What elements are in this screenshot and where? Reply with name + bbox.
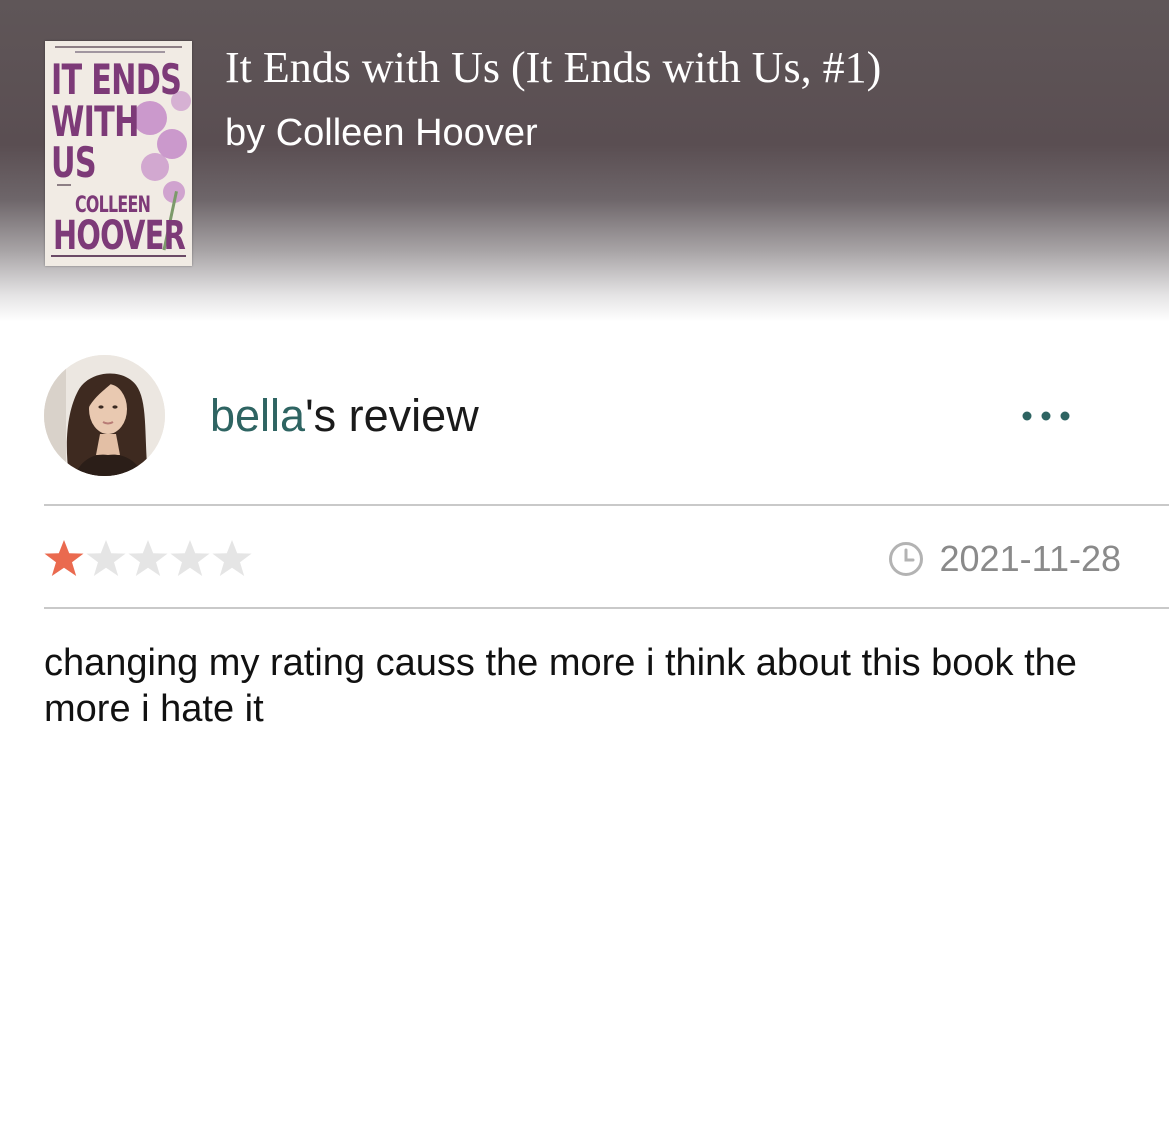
clock-icon [888, 542, 923, 576]
cover-title: US [51, 138, 97, 187]
star-empty-icon [86, 540, 126, 576]
reviewer-name-link[interactable]: bella [210, 390, 305, 441]
more-options-button[interactable] [1018, 396, 1078, 436]
book-author[interactable]: by Colleen Hoover [225, 112, 538, 155]
more-options-icon [1022, 411, 1070, 421]
divider [44, 504, 1169, 506]
review-date: 2021-11-28 [888, 538, 1121, 580]
book-title[interactable]: It Ends with Us (It Ends with Us, #1) [225, 42, 881, 93]
cover-tagline [55, 46, 182, 48]
cover-author-last: HOOVER [53, 213, 186, 259]
book-cover[interactable]: IT ENDS WITH US COLLEEN HOOVER [45, 41, 192, 266]
avatar[interactable] [44, 355, 165, 476]
cover-subtitle [57, 184, 71, 186]
cover-tagline [75, 51, 165, 53]
review-body: changing my rating causs the more i thin… [44, 642, 1077, 730]
divider [44, 607, 1169, 609]
review-title-suffix: 's review [305, 390, 479, 441]
star-filled-icon [44, 540, 84, 576]
star-empty-icon [128, 540, 168, 576]
cover-bottom-line [51, 255, 186, 257]
review-title: bella's review [210, 390, 479, 442]
avatar-image [44, 355, 165, 476]
book-header: IT ENDS WITH US COLLEEN HOOVER It Ends w… [0, 0, 1169, 322]
star-empty-icon [212, 540, 252, 576]
star-rating [43, 538, 253, 580]
star-empty-icon [170, 540, 210, 576]
cover-flower [141, 153, 169, 181]
review-date-text: 2021-11-28 [939, 538, 1121, 579]
